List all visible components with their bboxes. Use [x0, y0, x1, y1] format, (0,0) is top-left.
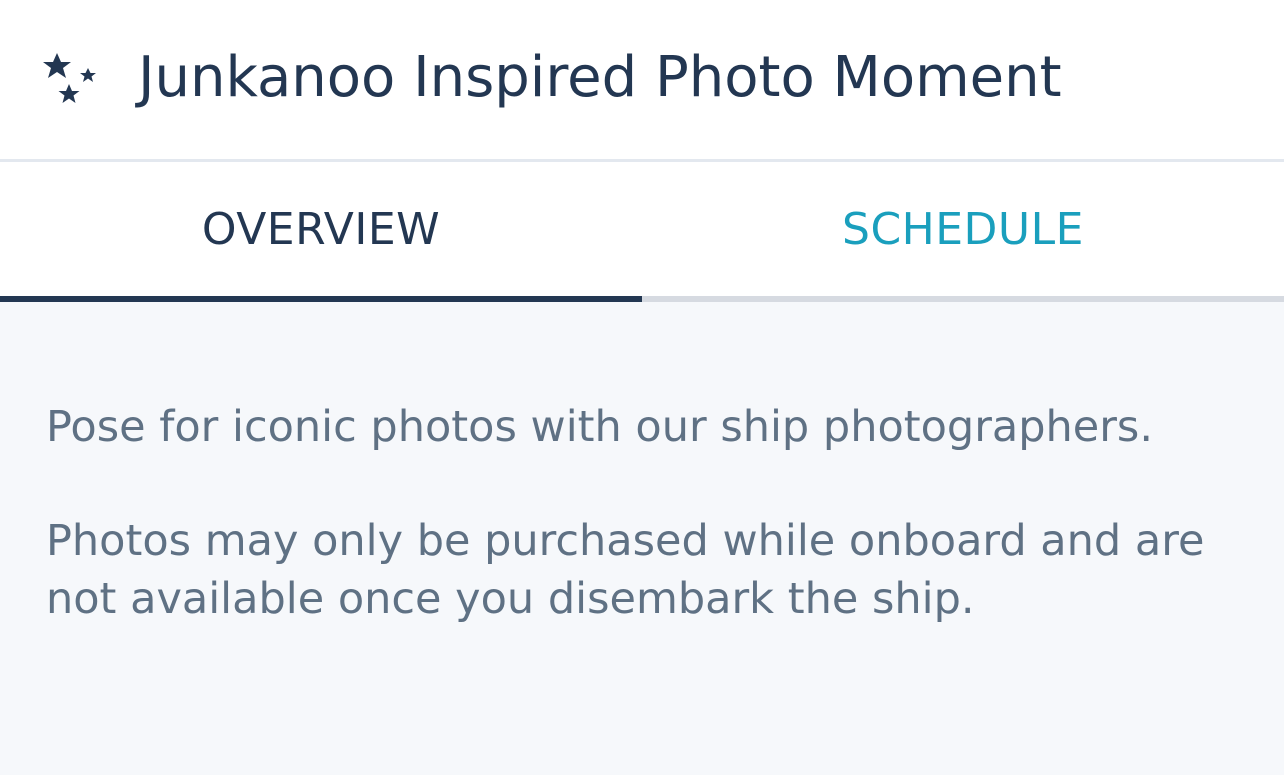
description-paragraph: Pose for iconic photos with our ship pho… — [46, 402, 1153, 452]
tab-overview-label: OVERVIEW — [201, 204, 441, 255]
tab-overview[interactable]: OVERVIEW — [0, 162, 642, 302]
overview-content: Pose for iconic photos with our ship pho… — [0, 302, 1284, 775]
tab-schedule-label: SCHEDULE — [842, 204, 1084, 255]
photo-purchase-note: Photos may only be purchased while onboa… — [46, 516, 1205, 624]
tab-schedule[interactable]: SCHEDULE — [642, 162, 1284, 302]
page-title: Junkanoo Inspired Photo Moment — [138, 45, 1062, 110]
tab-bar: OVERVIEW SCHEDULE — [0, 162, 1284, 302]
stars-icon — [38, 50, 100, 112]
page-header: Junkanoo Inspired Photo Moment — [0, 0, 1284, 162]
